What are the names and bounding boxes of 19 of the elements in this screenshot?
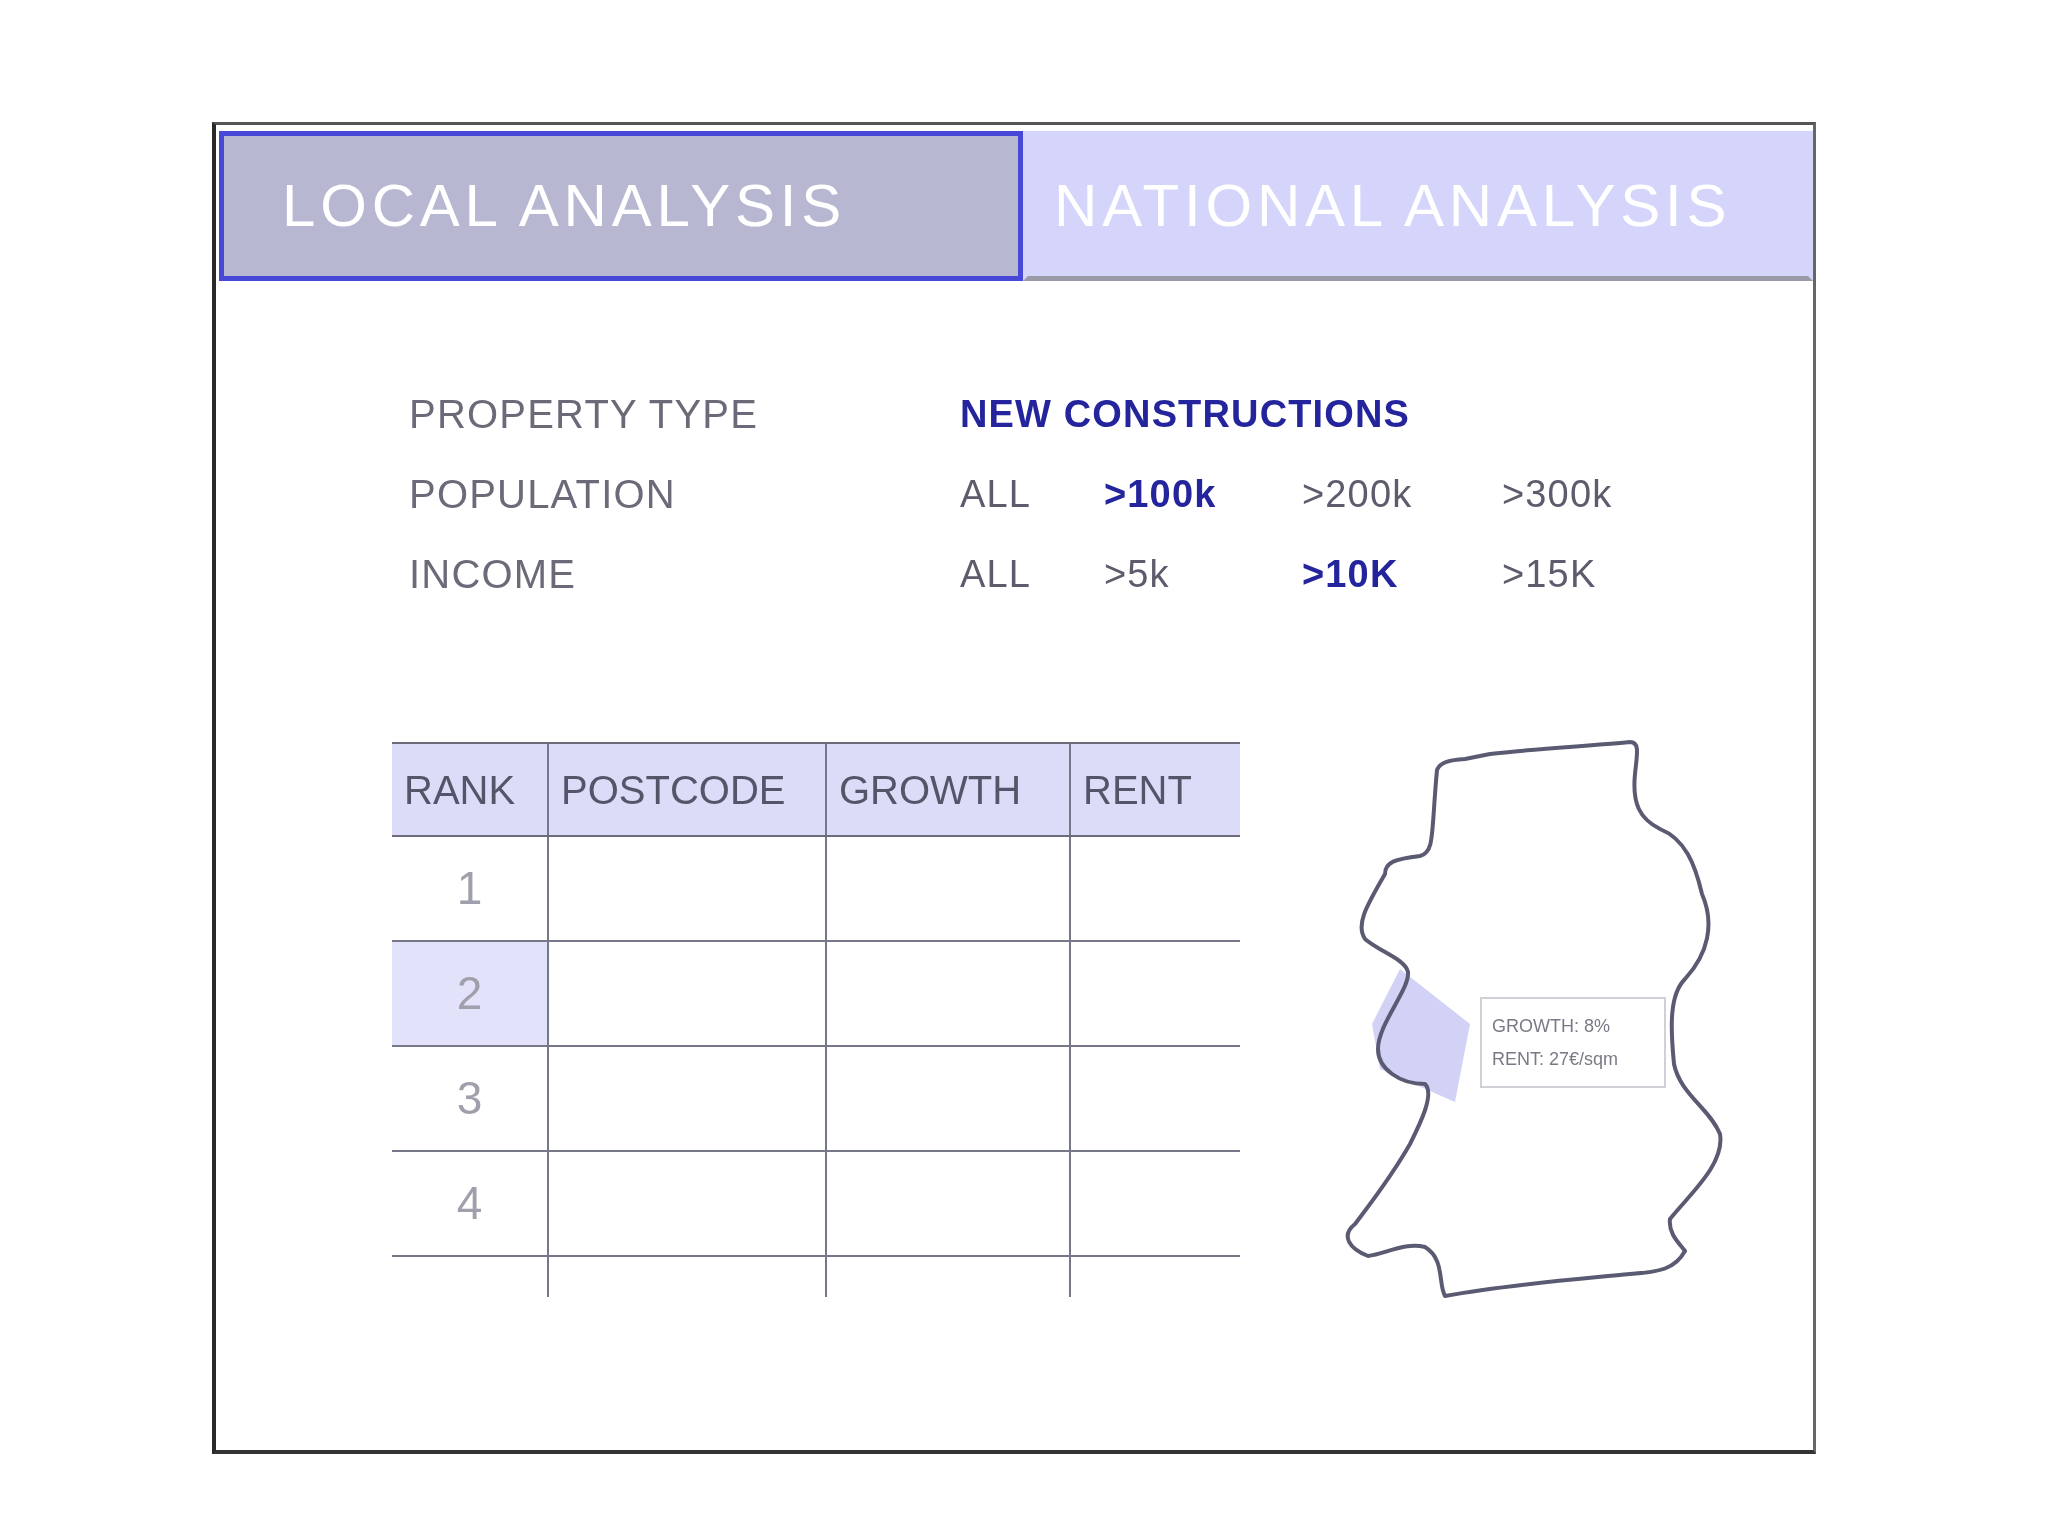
filter-label: INCOME	[409, 551, 578, 598]
tooltip-text: RENT: 27€/sqm	[1492, 1047, 1620, 1071]
column-header: GROWTH	[839, 766, 1022, 814]
tooltip-text: GROWTH: 8%	[1492, 1014, 1611, 1038]
filter-option[interactable]: >100k	[1104, 465, 1302, 523]
filter-label: PROPERTY TYPE	[409, 391, 760, 438]
filter-option[interactable]: ALL	[960, 545, 1104, 603]
filter-option[interactable]: >10K	[1302, 545, 1502, 603]
filter-option[interactable]: NEW CONSTRUCTIONS	[960, 385, 1502, 443]
column-header: RANK	[404, 766, 516, 814]
filter-label: POPULATION	[409, 471, 677, 518]
filter-option[interactable]: >5k	[1104, 545, 1302, 603]
column-header: RENT	[1083, 766, 1192, 814]
rank-cell: 2	[392, 942, 549, 1045]
filter-option[interactable]: >15K	[1502, 545, 1597, 603]
filter-option[interactable]: >300k	[1502, 465, 1613, 523]
filter-option[interactable]: ALL	[960, 465, 1104, 523]
column-header: POSTCODE	[561, 766, 786, 814]
filter-option[interactable]: >200k	[1302, 465, 1502, 523]
